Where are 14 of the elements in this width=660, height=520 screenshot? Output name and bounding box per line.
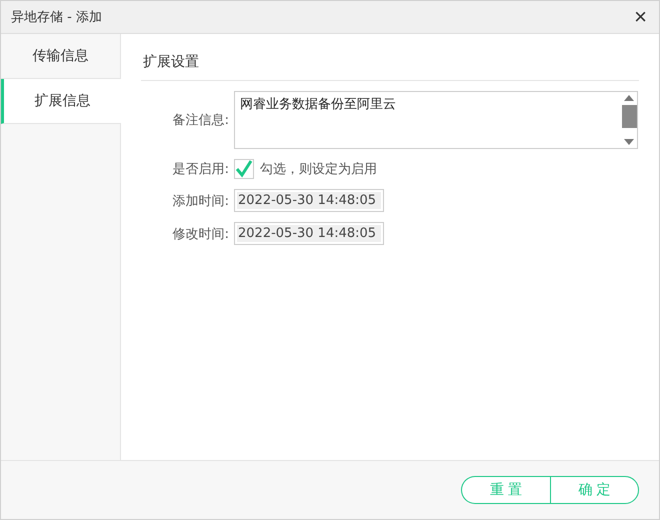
remark-field[interactable]: 网睿业务数据备份至阿里云 xyxy=(234,91,638,149)
sidebar-tab[interactable]: 扩展信息 xyxy=(1,79,121,124)
scroll-down-icon[interactable] xyxy=(624,139,634,145)
field-label: 修改时间: xyxy=(172,226,230,242)
close-button[interactable]: × xyxy=(630,6,651,28)
field-label: 是否启用: xyxy=(172,161,230,178)
scroll-up-icon[interactable] xyxy=(624,95,634,101)
window-title: 异地存储 - 添加 xyxy=(11,9,102,26)
section-title: 扩展设置 xyxy=(141,50,639,81)
field-label: 添加时间: xyxy=(172,192,230,210)
enable-checkbox[interactable] xyxy=(234,159,254,179)
field-label: 备注信息: xyxy=(172,112,230,129)
checkbox-label: 勾选，则设定为启用 xyxy=(260,161,377,178)
scroll-thumb[interactable] xyxy=(622,105,636,128)
